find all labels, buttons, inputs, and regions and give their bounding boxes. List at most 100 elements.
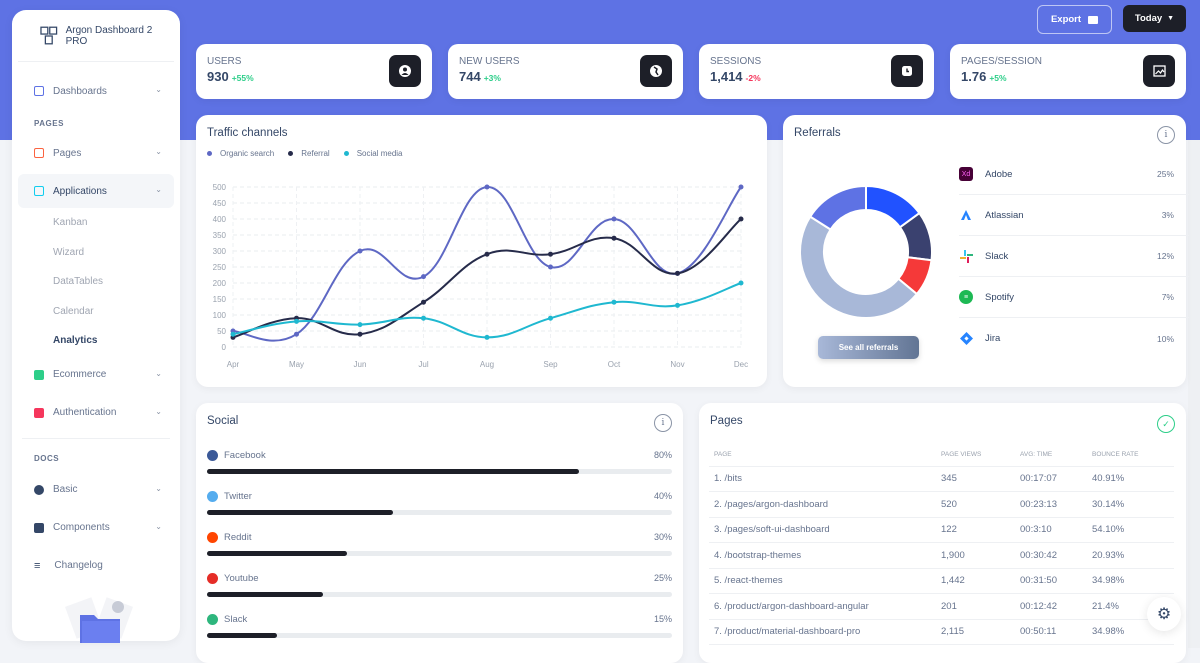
column-header[interactable]: AVG: TIME <box>1015 443 1087 467</box>
brand[interactable]: Argon Dashboard 2 PRO <box>18 10 174 62</box>
referrals-card: Referrals i See all referrals Xd Adobe 2… <box>783 115 1189 387</box>
y-tick-label: 50 <box>217 327 226 336</box>
y-tick-label: 150 <box>213 295 227 304</box>
traffic-line-chart: 0 50 100 150 200 250 300 350 400 450 500 Apr May Jun J… <box>213 183 748 369</box>
sidebar-item-pages[interactable]: Pages ⌄ <box>18 136 174 170</box>
data-point[interactable] <box>611 235 617 241</box>
social-pct: 30% <box>653 532 672 542</box>
stat-change: +55% <box>231 73 254 83</box>
table-cell: 2,115 <box>936 619 1015 645</box>
sidebar-item-components[interactable]: Components ⌄ <box>18 511 174 545</box>
table-cell: 1,900 <box>936 542 1015 569</box>
table-cell: 3. /pages/soft-ui-dashboard <box>709 517 936 543</box>
column-header[interactable]: BOUNCE RATE <box>1087 443 1174 467</box>
shop-icon <box>34 86 44 96</box>
x-tick-label: Dec <box>734 360 748 369</box>
data-point[interactable] <box>294 331 299 337</box>
data-point[interactable] <box>548 315 553 321</box>
see-all-referrals-button[interactable]: See all referrals <box>818 336 919 359</box>
sidebar-subitem-calendar[interactable]: Calendar <box>12 297 180 327</box>
traffic-channels-card: Traffic channels Organic search Referral… <box>196 115 767 387</box>
data-point[interactable] <box>738 216 744 222</box>
data-point[interactable] <box>675 270 680 276</box>
sidebar-item-label: Changelog <box>54 560 103 571</box>
data-point[interactable] <box>421 274 426 280</box>
globe-icon <box>640 55 672 87</box>
column-header[interactable]: PAGE <box>709 443 936 467</box>
table-cell: 00:31:50 <box>1015 568 1087 594</box>
progress-bar <box>207 510 672 515</box>
sidebar-item-dashboards[interactable]: Dashboards ⌄ <box>18 74 174 108</box>
data-point[interactable] <box>548 251 553 257</box>
data-point[interactable] <box>738 184 744 190</box>
table-row[interactable]: 2. /pages/argon-dashboard 520 00:23:13 30.1… <box>709 491 1174 518</box>
sidebar-item-ecommerce[interactable]: Ecommerce ⌄ <box>18 358 174 392</box>
table-cell: 1. /bits <box>709 466 936 492</box>
x-tick-label: May <box>289 360 304 369</box>
social-pct: 80% <box>653 450 672 460</box>
sidebar-subitem-datatables[interactable]: DataTables <box>12 267 180 297</box>
referral-row: Slack 12% <box>959 236 1189 277</box>
data-point[interactable] <box>675 302 680 308</box>
today-dropdown[interactable]: Today ▼ <box>1123 5 1186 32</box>
stat-value: 1.76 <box>961 69 987 84</box>
check-icon[interactable]: ✓ <box>1157 415 1175 433</box>
section-docs: DOCS <box>34 453 60 463</box>
table-row[interactable]: 6. /product/argon-dashboard-angular 201 00… <box>709 593 1174 620</box>
column-header[interactable]: PAGE VIEWS <box>936 443 1015 467</box>
table-cell: 00:50:11 <box>1015 619 1087 645</box>
sidebar-item-changelog[interactable]: ≡ Changelog <box>18 549 174 583</box>
settings-gear-button[interactable]: ⚙ <box>1147 597 1181 631</box>
table-row[interactable]: 3. /pages/soft-ui-dashboard 122 00:3:10 54.… <box>709 517 1174 543</box>
sidebar-subitem-analytics[interactable]: Analytics <box>12 326 180 356</box>
table-row[interactable]: 4. /bootstrap-themes 1,900 00:30:42 20.93% <box>709 542 1174 569</box>
data-point[interactable] <box>484 184 490 190</box>
table-row[interactable]: 5. /react-themes 1,442 00:31:50 34.98% <box>709 568 1174 594</box>
sidebar-item-label: Authentication <box>53 407 117 418</box>
referral-row: Xd Adobe 25% <box>959 154 1189 195</box>
referral-pct: 7% <box>1161 292 1174 302</box>
sidebar-subitem-wizard[interactable]: Wizard <box>12 238 180 268</box>
sidebar-item-authentication[interactable]: Authentication ⌄ <box>18 396 174 430</box>
data-point[interactable] <box>611 216 617 222</box>
data-point[interactable] <box>548 264 553 270</box>
data-point[interactable] <box>484 251 490 257</box>
data-point[interactable] <box>484 334 490 340</box>
page-scrollbar[interactable] <box>1188 140 1200 648</box>
info-icon[interactable]: i <box>654 414 672 432</box>
data-point[interactable] <box>421 315 426 321</box>
data-point[interactable] <box>230 331 236 337</box>
referral-row: Jira 10% <box>959 318 1189 359</box>
table-cell: 345 <box>936 466 1015 492</box>
data-point[interactable] <box>294 318 299 324</box>
progress-fill <box>207 592 324 597</box>
social-name: Twitter <box>224 490 252 502</box>
table-cell: 00:17:07 <box>1015 466 1087 492</box>
table-cell: 20.93% <box>1087 542 1174 569</box>
adobe-xd-icon: Xd <box>959 167 973 181</box>
apps-icon <box>34 186 44 196</box>
table-cell: 6. /product/argon-dashboard-angular <box>709 593 936 620</box>
social-card: Social i Facebook 80% Twitter 40% Reddit 30% Y… <box>196 403 683 663</box>
donut-segment[interactable] <box>799 215 919 319</box>
table-row[interactable]: 7. /product/material-dashboard-pro 2,115 0… <box>709 619 1174 645</box>
sidebar-item-applications[interactable]: Applications ⌄ <box>18 174 174 208</box>
data-point[interactable] <box>611 299 617 305</box>
export-button[interactable]: Export <box>1037 5 1112 34</box>
data-point[interactable] <box>357 331 363 337</box>
referral-pct: 25% <box>1156 169 1174 179</box>
sidebar-item-basic[interactable]: Basic ⌄ <box>18 473 174 507</box>
sidebar-item-label: Ecommerce <box>53 369 107 380</box>
donut-segment[interactable] <box>808 184 867 231</box>
y-tick-label: 350 <box>213 231 227 240</box>
gear-icon: ⚙ <box>1156 606 1172 623</box>
data-point[interactable] <box>738 280 744 286</box>
table-cell: 1,442 <box>936 568 1015 594</box>
table-row[interactable]: 1. /bits 345 00:17:07 40.91% <box>709 466 1174 492</box>
data-point[interactable] <box>421 299 426 305</box>
info-icon[interactable]: i <box>1157 126 1175 144</box>
data-point[interactable] <box>357 322 363 328</box>
sidebar-subitem-kanban[interactable]: Kanban <box>12 208 180 238</box>
data-point[interactable] <box>357 248 363 254</box>
referral-name: Jira <box>985 333 1001 344</box>
